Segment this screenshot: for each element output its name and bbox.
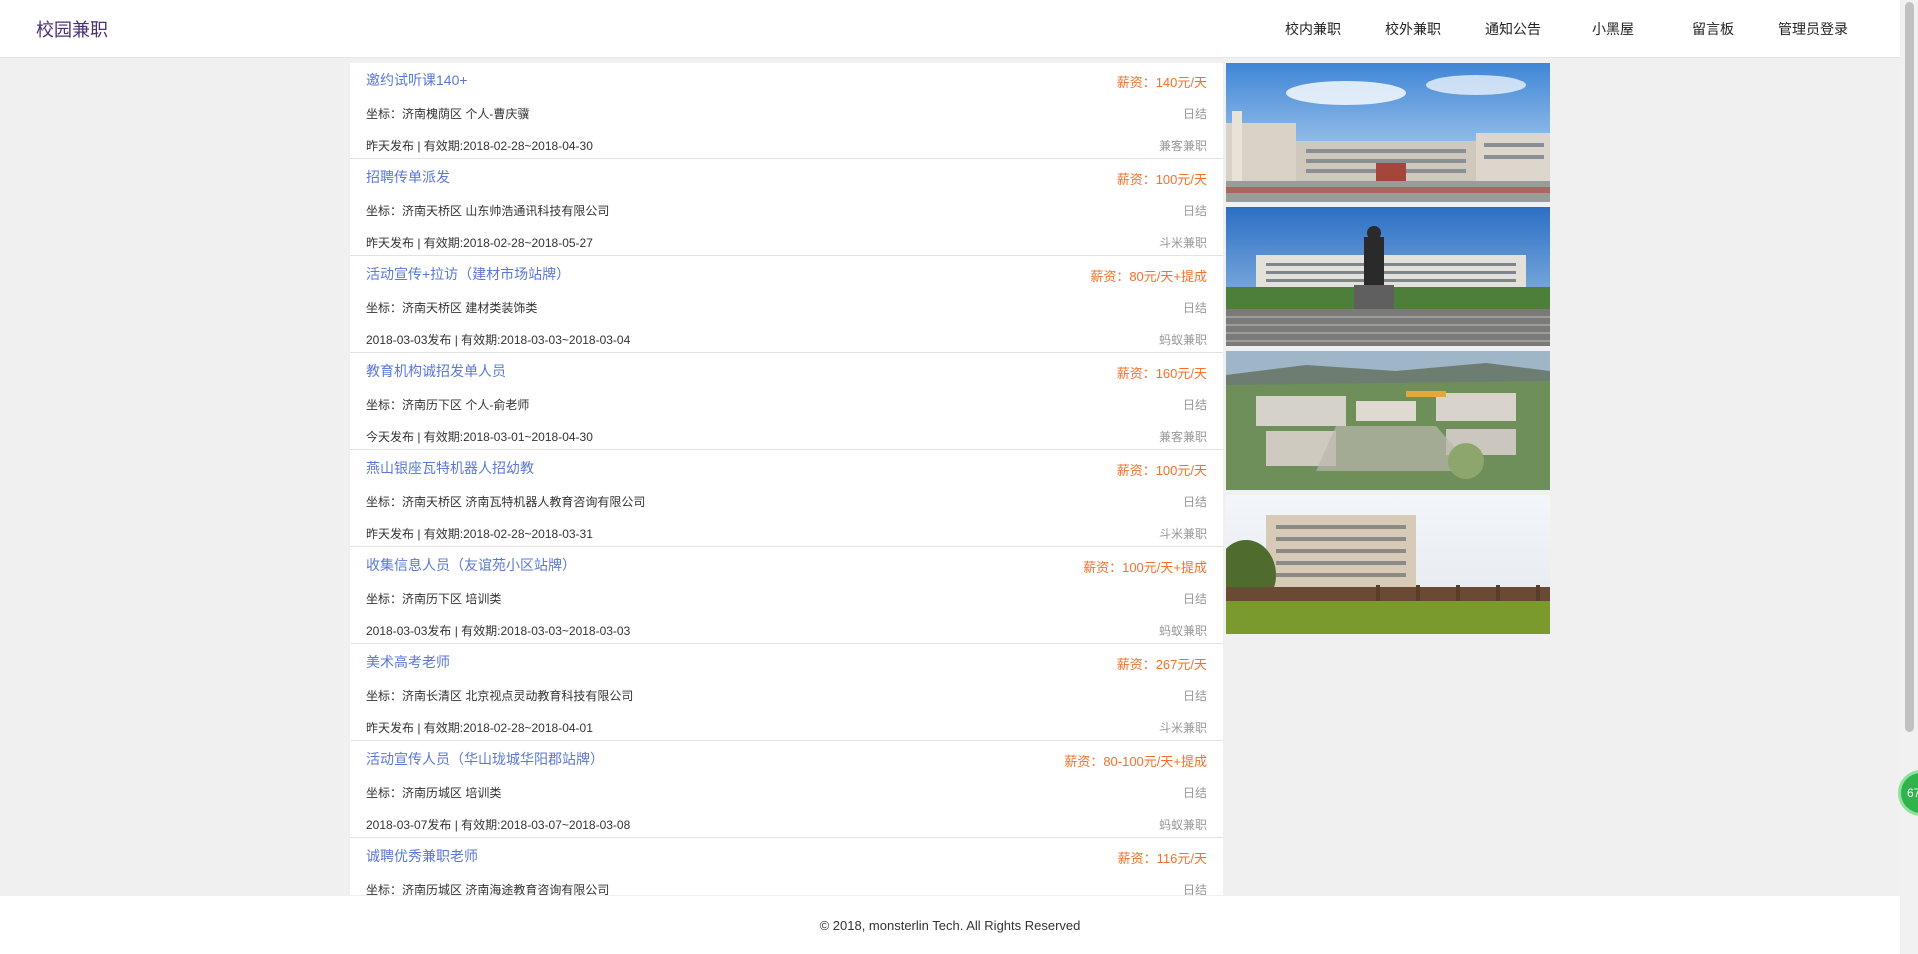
job-location: 坐标：济南天桥区 建材类装饰类 — [366, 301, 538, 315]
job-location: 坐标：济南历城区 培训类 — [366, 786, 502, 800]
job-salary: 薪资：160元/天 — [1116, 366, 1207, 381]
job-date: 昨天发布 | 有效期:2018-02-28~2018-03-31 — [366, 527, 593, 541]
job-salary: 薪资：100元/天+提成 — [1083, 560, 1207, 575]
campus-photo-aerial[interactable] — [1226, 351, 1550, 490]
job-salary: 薪资：80元/天+提成 — [1090, 269, 1207, 284]
job-pay-type: 日结 — [1182, 107, 1207, 121]
campus-photo-statue[interactable] — [1226, 207, 1550, 346]
top-navbar: 校园兼职 校内兼职 校外兼职 通知公告 小黑屋 留言板 管理员登录 — [0, 0, 1900, 58]
nav-item-announcements[interactable]: 通知公告 — [1485, 19, 1541, 39]
copyright-text: © 2018, monsterlin Tech. All Rights Rese… — [819, 918, 1081, 933]
job-title-link[interactable]: 教育机构诚招发单人员 — [366, 361, 506, 381]
job-source: 蚂蚁兼职 — [1158, 818, 1207, 832]
job-title-link[interactable]: 邀约试听课140+ — [366, 70, 468, 90]
job-date: 2018-03-07发布 | 有效期:2018-03-07~2018-03-08 — [366, 818, 631, 832]
job-pay-type: 日结 — [1182, 883, 1207, 895]
page-footer: © 2018, monsterlin Tech. All Rights Rese… — [0, 896, 1900, 954]
job-source: 蚂蚁兼职 — [1158, 333, 1207, 347]
job-title-link[interactable]: 活动宣传人员（华山珑城华阳郡站牌） — [366, 749, 604, 769]
campus-photo-gate[interactable] — [1226, 63, 1550, 202]
job-source: 兼客兼职 — [1158, 139, 1207, 153]
job-date: 2018-03-03发布 | 有效期:2018-03-03~2018-03-03 — [366, 624, 631, 638]
job-pay-type: 日结 — [1182, 592, 1207, 606]
job-pay-type: 日结 — [1182, 301, 1207, 315]
job-salary: 薪资：267元/天 — [1116, 657, 1207, 672]
job-title-link[interactable]: 招聘传单派发 — [366, 167, 450, 187]
job-source: 斗米兼职 — [1158, 721, 1207, 735]
job-title-link[interactable]: 美术高考老师 — [366, 652, 450, 672]
job-item[interactable]: 教育机构诚招发单人员 薪资：160元/天 坐标：济南历下区 个人-俞老师 日结 … — [350, 354, 1223, 450]
job-salary: 薪资：100元/天 — [1116, 463, 1207, 478]
nav-item-blacklist[interactable]: 小黑屋 — [1592, 19, 1634, 39]
job-source: 斗米兼职 — [1158, 236, 1207, 250]
job-list: 邀约试听课140+ 薪资：140元/天 坐标：济南槐荫区 个人-曹庆骥 日结 昨… — [350, 63, 1223, 895]
job-item[interactable]: 招聘传单派发 薪资：100元/天 坐标：济南天桥区 山东帅浩通讯科技有限公司 日… — [350, 160, 1223, 256]
job-location: 坐标：济南天桥区 山东帅浩通讯科技有限公司 — [366, 204, 610, 218]
job-location: 坐标：济南槐荫区 个人-曹庆骥 — [366, 107, 530, 121]
job-item[interactable]: 燕山银座瓦特机器人招幼教 薪资：100元/天 坐标：济南天桥区 济南瓦特机器人教… — [350, 451, 1223, 547]
job-pay-type: 日结 — [1182, 689, 1207, 703]
job-title-link[interactable]: 收集信息人员（友谊苑小区站牌） — [366, 555, 576, 575]
job-date: 昨天发布 | 有效期:2018-02-28~2018-04-30 — [366, 139, 593, 153]
job-date: 2018-03-03发布 | 有效期:2018-03-03~2018-03-04 — [366, 333, 631, 347]
job-salary: 薪资：100元/天 — [1116, 172, 1207, 187]
job-date: 昨天发布 | 有效期:2018-02-28~2018-05-27 — [366, 236, 593, 250]
job-pay-type: 日结 — [1182, 495, 1207, 509]
job-item[interactable]: 收集信息人员（友谊苑小区站牌） 薪资：100元/天+提成 坐标：济南历下区 培训… — [350, 548, 1223, 644]
job-location: 坐标：济南天桥区 济南瓦特机器人教育咨询有限公司 — [366, 495, 646, 509]
job-pay-type: 日结 — [1182, 398, 1207, 412]
job-title-link[interactable]: 燕山银座瓦特机器人招幼教 — [366, 458, 534, 478]
nav-item-campus-jobs[interactable]: 校内兼职 — [1285, 19, 1341, 39]
job-salary: 薪资：116元/天 — [1117, 851, 1207, 866]
job-salary: 薪资：80-100元/天+提成 — [1064, 754, 1207, 769]
job-pay-type: 日结 — [1182, 204, 1207, 218]
job-item[interactable]: 美术高考老师 薪资：267元/天 坐标：济南长清区 北京视点灵动教育科技有限公司… — [350, 645, 1223, 741]
job-salary: 薪资：140元/天 — [1116, 75, 1207, 90]
brand-logo-link[interactable]: 校园兼职 — [36, 16, 108, 42]
campus-photo-library[interactable] — [1226, 495, 1550, 634]
job-title-link[interactable]: 活动宣传+拉访（建材市场站牌） — [366, 264, 570, 284]
job-item[interactable]: 诚聘优秀兼职老师 薪资：116元/天 坐标：济南历城区 济南海途教育咨询有限公司… — [350, 839, 1223, 895]
job-location: 坐标：济南历下区 个人-俞老师 — [366, 398, 530, 412]
nav-item-message-board[interactable]: 留言板 — [1692, 19, 1734, 39]
scrollbar-thumb[interactable] — [1905, 2, 1914, 732]
job-location: 坐标：济南长清区 北京视点灵动教育科技有限公司 — [366, 689, 634, 703]
job-title-link[interactable]: 诚聘优秀兼职老师 — [366, 846, 478, 866]
job-date: 昨天发布 | 有效期:2018-02-28~2018-04-01 — [366, 721, 593, 735]
job-date: 今天发布 | 有效期:2018-03-01~2018-04-30 — [366, 430, 593, 444]
job-source: 斗米兼职 — [1158, 527, 1207, 541]
job-pay-type: 日结 — [1182, 786, 1207, 800]
job-item[interactable]: 邀约试听课140+ 薪资：140元/天 坐标：济南槐荫区 个人-曹庆骥 日结 昨… — [350, 63, 1223, 159]
job-item[interactable]: 活动宣传人员（华山珑城华阳郡站牌） 薪资：80-100元/天+提成 坐标：济南历… — [350, 742, 1223, 838]
nav-item-admin-login[interactable]: 管理员登录 — [1778, 19, 1848, 39]
job-location: 坐标：济南历城区 济南海途教育咨询有限公司 — [366, 883, 610, 895]
job-source: 兼客兼职 — [1158, 430, 1207, 444]
job-item[interactable]: 活动宣传+拉访（建材市场站牌） 薪资：80元/天+提成 坐标：济南天桥区 建材类… — [350, 257, 1223, 353]
nav-item-offcampus-jobs[interactable]: 校外兼职 — [1385, 19, 1441, 39]
job-location: 坐标：济南历下区 培训类 — [366, 592, 502, 606]
job-source: 蚂蚁兼职 — [1158, 624, 1207, 638]
